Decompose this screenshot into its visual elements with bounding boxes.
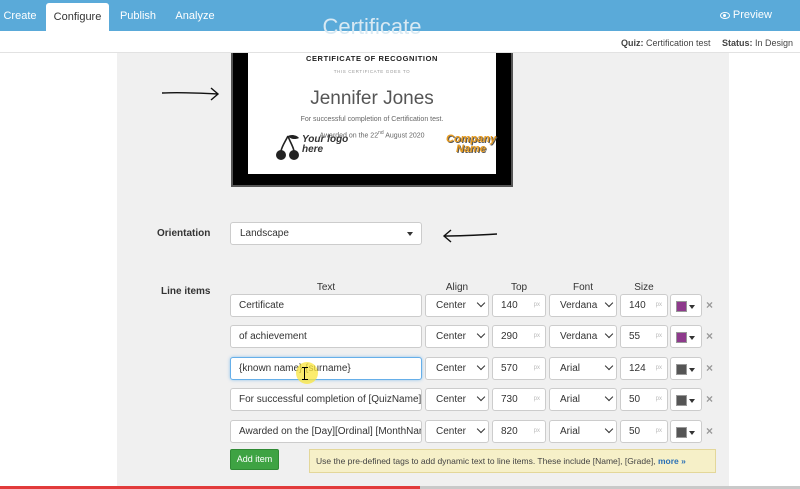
preview-link[interactable]: Preview: [719, 0, 772, 31]
certificate-completion-line: For successful completion of Certificati…: [300, 116, 444, 123]
chevron-down-icon: [476, 424, 486, 434]
line-item-font-select[interactable]: Arial: [549, 388, 617, 411]
status-info: Status: In Design: [722, 38, 793, 48]
delete-line-item-icon[interactable]: ×: [706, 329, 713, 343]
line-item-color-picker[interactable]: [670, 294, 702, 317]
tags-hint-text: Use the pre-defined tags to add dynamic …: [316, 456, 656, 466]
line-item-top-input[interactable]: 140 px: [492, 294, 546, 317]
orientation-value: Landscape: [240, 228, 289, 239]
delete-line-item-icon[interactable]: ×: [706, 361, 713, 375]
tab-configure[interactable]: Configure: [46, 3, 109, 31]
line-item-size-input[interactable]: 140 px: [620, 294, 668, 317]
certificate-recognition-title: CERTIFICATE OF RECOGNITION: [305, 54, 439, 63]
chevron-down-icon: [604, 361, 614, 371]
tags-hint: Use the pre-defined tags to add dynamic …: [309, 449, 716, 473]
arrow-left-icon: [442, 229, 498, 243]
line-item-text-input[interactable]: Certificate: [230, 294, 422, 317]
column-header-align: Align: [445, 282, 469, 293]
column-header-top: Top: [510, 282, 528, 293]
line-item-size-input[interactable]: 50 px: [620, 388, 668, 411]
tab-create[interactable]: Create: [0, 0, 40, 31]
text-cursor-icon: [302, 367, 308, 380]
line-item-color-picker[interactable]: [670, 388, 702, 411]
certificate-logo-text: Your logo here: [302, 134, 349, 155]
add-item-button[interactable]: Add item: [230, 449, 279, 470]
caret-down-icon: [407, 232, 413, 236]
delete-line-item-icon[interactable]: ×: [706, 298, 713, 312]
caret-down-icon: [689, 368, 695, 372]
line-item-top-input[interactable]: 730 px: [492, 388, 546, 411]
line-item-top-input[interactable]: 290 px: [492, 325, 546, 348]
caret-down-icon: [689, 431, 695, 435]
line-item-font-select[interactable]: Verdana: [549, 325, 617, 348]
chevron-down-icon: [604, 392, 614, 402]
chevron-down-icon: [476, 298, 486, 308]
line-item-size-input[interactable]: 50 px: [620, 420, 668, 443]
line-item-color-picker[interactable]: [670, 357, 702, 380]
line-item-font-select[interactable]: Verdana: [549, 294, 617, 317]
orientation-label: Orientation: [157, 228, 211, 239]
tab-publish[interactable]: Publish: [114, 0, 162, 31]
line-item-align-select[interactable]: Center: [425, 294, 489, 317]
delete-line-item-icon[interactable]: ×: [706, 392, 713, 406]
column-header-size: Size: [634, 282, 654, 293]
certificate-company-logo: Company Name: [446, 133, 497, 155]
line-item-top-input[interactable]: 820 px: [492, 420, 546, 443]
column-header-font: Font: [572, 282, 593, 293]
line-item-text-input[interactable]: of achievement: [230, 325, 422, 348]
color-swatch: [676, 395, 687, 406]
caret-down-icon: [689, 336, 695, 340]
orientation-select[interactable]: Landscape: [230, 222, 422, 245]
certificate-goes-to: THIS CERTIFICATE GOES TO: [333, 69, 411, 74]
line-item-color-picker[interactable]: [670, 420, 702, 443]
delete-line-item-icon[interactable]: ×: [706, 424, 713, 438]
color-swatch: [676, 332, 687, 343]
line-item-color-picker[interactable]: [670, 325, 702, 348]
cursor-highlight: [296, 362, 318, 384]
preview-label: Preview: [732, 9, 772, 21]
column-header-text: Text: [316, 282, 336, 293]
line-item-size-input[interactable]: 124 px: [620, 357, 668, 380]
status-value: In Design: [755, 38, 794, 48]
chevron-down-icon: [604, 424, 614, 434]
line-item-text-input[interactable]: Awarded on the [Day][Ordinal] [MonthName…: [230, 420, 422, 443]
line-item-align-select[interactable]: Center: [425, 420, 489, 443]
line-item-font-select[interactable]: Arial: [549, 357, 617, 380]
chevron-down-icon: [476, 361, 486, 371]
line-item-align-select[interactable]: Center: [425, 357, 489, 380]
chevron-down-icon: [604, 298, 614, 308]
line-item-text-input[interactable]: {known name} {surname}: [230, 357, 422, 380]
quiz-name: Certification test: [646, 38, 711, 48]
cherry-logo-icon: [276, 134, 299, 160]
chevron-down-icon: [476, 392, 486, 402]
line-item-font-select[interactable]: Arial: [549, 420, 617, 443]
quiz-label: Quiz:: [621, 38, 644, 48]
chevron-down-icon: [476, 329, 486, 339]
line-item-size-input[interactable]: 55 px: [620, 325, 668, 348]
quiz-info: Quiz: Certification test: [621, 38, 711, 48]
color-swatch: [676, 364, 687, 375]
color-swatch: [676, 301, 687, 312]
left-margin: [0, 53, 117, 489]
line-item-align-select[interactable]: Center: [425, 388, 489, 411]
color-swatch: [676, 427, 687, 438]
line-item-align-select[interactable]: Center: [425, 325, 489, 348]
certificate-ghost-title: Certificate: [322, 14, 422, 39]
tab-analyze[interactable]: Analyze: [170, 0, 220, 31]
line-item-text-input[interactable]: For successful completion of [QuizName]: [230, 388, 422, 411]
arrow-right-icon: [161, 87, 220, 101]
certificate-recipient-name: Jennifer Jones: [310, 88, 434, 109]
more-tags-link[interactable]: more »: [658, 456, 686, 466]
caret-down-icon: [689, 399, 695, 403]
eye-icon: [719, 12, 730, 19]
caret-down-icon: [689, 305, 695, 309]
right-margin: [729, 53, 800, 489]
status-label: Status:: [722, 38, 753, 48]
chevron-down-icon: [604, 329, 614, 339]
line-items-label: Line items: [161, 286, 211, 297]
line-item-top-input[interactable]: 570 px: [492, 357, 546, 380]
